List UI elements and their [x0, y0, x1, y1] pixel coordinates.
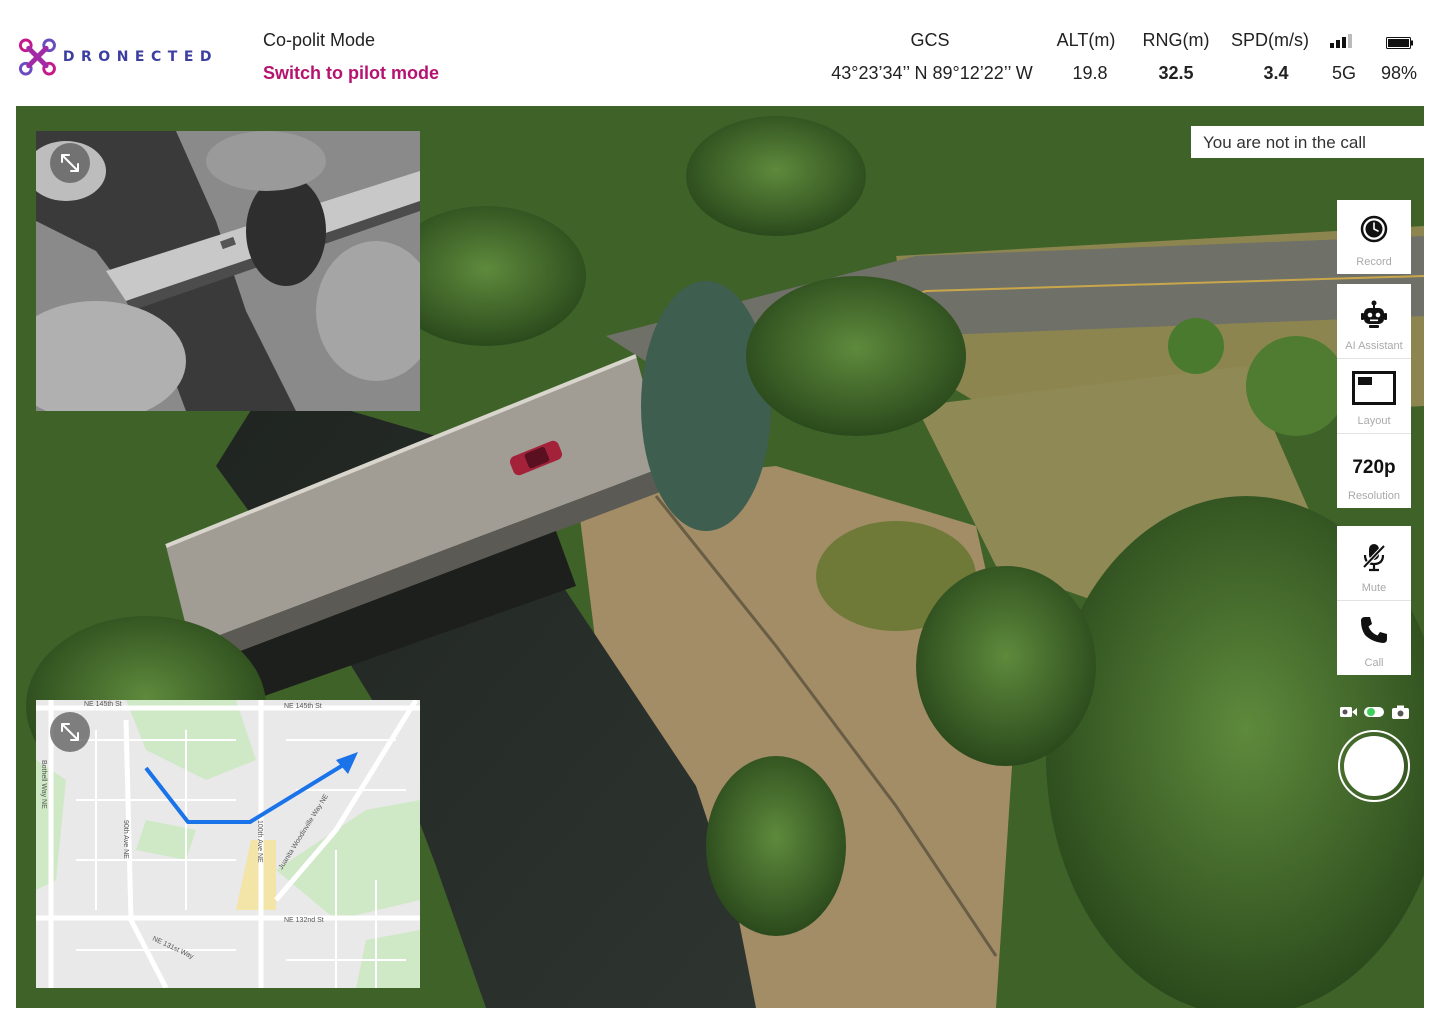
- record-label: Record: [1356, 256, 1392, 268]
- drone-logo-icon: [18, 38, 56, 76]
- phone-icon: [1361, 617, 1387, 643]
- street-label: NE 132nd St: [284, 917, 324, 924]
- top-bar: DRONECTED Co-polit Mode Switch to pilot …: [0, 0, 1438, 106]
- street-label: 90th Ave NE: [122, 820, 129, 859]
- thermal-feed-image: [36, 131, 420, 411]
- call-button[interactable]: Call: [1337, 601, 1411, 675]
- alt-label: ALT(m): [1056, 30, 1116, 50]
- capture-mode-switch: [1340, 705, 1409, 719]
- network-value: 5G: [1331, 63, 1356, 83]
- thermal-camera-pip[interactable]: [36, 131, 420, 411]
- map-pip[interactable]: NE 145th St NE 145th St Bothell Way NE 9…: [36, 700, 420, 988]
- mute-button[interactable]: Mute: [1337, 526, 1411, 600]
- video-photo-toggle[interactable]: [1338, 702, 1412, 722]
- street-label: NE 145th St: [84, 701, 122, 708]
- layout-label: Layout: [1357, 415, 1391, 427]
- street-label: Bothell Way NE: [40, 760, 47, 809]
- route-map: NE 145th St NE 145th St Bothell Way NE 9…: [36, 700, 420, 988]
- dronected-logo: DRONECTED: [18, 36, 218, 78]
- mute-label: Mute: [1361, 582, 1387, 594]
- mode-title: Co-polit Mode: [263, 30, 376, 50]
- switch-to-pilot-mode-link[interactable]: Switch to pilot mode: [263, 63, 439, 84]
- brand-name: DRONECTED: [62, 49, 218, 65]
- battery-icon: [1386, 37, 1413, 49]
- drone-camera-feed[interactable]: You are not in the call NE 145th St NE 1…: [16, 106, 1424, 1008]
- toggle-knob: [1367, 708, 1375, 716]
- expand-arrows-icon: [61, 723, 79, 741]
- call-status-banner: You are not in the call: [1191, 126, 1424, 158]
- ai-assistant-label: AI Assistant: [1345, 340, 1403, 352]
- layout-icon: [1352, 371, 1396, 405]
- battery-value: 98%: [1380, 63, 1418, 83]
- resolution-label: Resolution: [1348, 490, 1400, 502]
- video-camera-icon: [1340, 707, 1357, 717]
- spd-value: 3.4: [1263, 63, 1289, 83]
- rng-label: RNG(m): [1142, 30, 1210, 50]
- photo-camera-icon: [1392, 705, 1409, 719]
- signal-icon: [1330, 34, 1352, 48]
- resolution-button[interactable]: 720p Resolution: [1337, 434, 1411, 508]
- call-label: Call: [1364, 657, 1384, 669]
- expand-thermal-button[interactable]: [50, 143, 90, 183]
- spd-label: SPD(m/s): [1231, 30, 1309, 50]
- expand-arrows-icon: [61, 154, 79, 172]
- shutter-button[interactable]: [1338, 730, 1410, 802]
- resolution-value: 720p: [1352, 457, 1396, 478]
- ai-assistant-button[interactable]: AI Assistant: [1337, 284, 1411, 358]
- street-label: 100th Ave NE: [256, 820, 263, 863]
- robot-icon: [1361, 300, 1387, 328]
- rng-value: 32.5: [1158, 63, 1194, 83]
- gcs-label: GCS: [910, 30, 950, 50]
- record-button[interactable]: Record: [1337, 200, 1411, 274]
- layout-button[interactable]: Layout: [1337, 359, 1411, 433]
- expand-map-button[interactable]: [50, 712, 90, 752]
- record-timer-icon: [1360, 215, 1388, 243]
- mic-muted-icon: [1362, 544, 1386, 572]
- street-label: NE 145th St: [284, 703, 322, 710]
- shutter-inner: [1344, 736, 1404, 796]
- alt-value: 19.8: [1072, 63, 1108, 83]
- gcs-value: 43°23’34’’ N 89°12’22’’ W: [831, 63, 1033, 83]
